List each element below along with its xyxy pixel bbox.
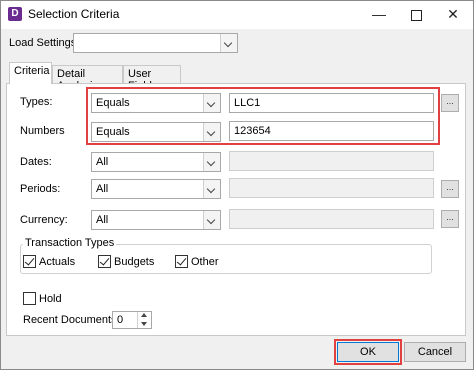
load-settings-label: Load Settings: bbox=[9, 37, 80, 49]
other-label: Other bbox=[191, 256, 219, 268]
currency-operator-dropdown[interactable]: All bbox=[91, 210, 221, 230]
tab-user-fields[interactable]: User Fields bbox=[123, 65, 181, 92]
tab-detail-analysis[interactable]: Detail Analysis bbox=[52, 65, 123, 92]
chevron-down-icon bbox=[203, 211, 220, 229]
periods-browse-button[interactable]: ... bbox=[441, 180, 459, 198]
selection-criteria-dialog: D Selection Criteria — ✕ Load Settings: … bbox=[0, 0, 474, 370]
app-icon: D bbox=[8, 7, 22, 21]
periods-value-input[interactable] bbox=[229, 178, 434, 198]
chevron-down-icon bbox=[220, 34, 237, 52]
periods-operator-value: All bbox=[96, 183, 109, 195]
budgets-label: Budgets bbox=[114, 256, 155, 268]
minimize-button[interactable]: — bbox=[361, 1, 397, 29]
types-browse-button[interactable]: ... bbox=[441, 94, 459, 112]
close-button[interactable]: ✕ bbox=[435, 1, 471, 29]
cancel-button[interactable]: Cancel bbox=[404, 342, 466, 362]
actuals-label: Actuals bbox=[39, 256, 76, 268]
periods-label: Periods: bbox=[20, 183, 61, 195]
maximize-icon bbox=[410, 9, 422, 21]
minimize-icon: — bbox=[372, 6, 386, 22]
recent-documents-label: Recent Documents: bbox=[23, 314, 120, 326]
types-label: Types: bbox=[20, 96, 53, 108]
maximize-button[interactable] bbox=[398, 1, 434, 29]
currency-operator-value: All bbox=[96, 214, 109, 226]
dates-value-input[interactable] bbox=[229, 151, 434, 171]
close-icon: ✕ bbox=[447, 6, 459, 22]
recent-documents-value: 0 bbox=[117, 314, 124, 326]
stepper-arrows[interactable] bbox=[137, 312, 151, 328]
tab-criteria[interactable]: Criteria bbox=[9, 62, 52, 84]
chevron-down-icon bbox=[141, 322, 147, 326]
currency-value-input[interactable] bbox=[229, 209, 434, 229]
chevron-up-icon bbox=[141, 313, 147, 317]
budgets-checkbox[interactable] bbox=[98, 255, 111, 268]
actuals-checkbox[interactable] bbox=[23, 255, 36, 268]
load-settings-dropdown[interactable] bbox=[73, 33, 238, 53]
highlight-ok bbox=[334, 339, 402, 365]
window-title: Selection Criteria bbox=[28, 7, 120, 21]
hold-checkbox[interactable] bbox=[23, 292, 36, 305]
dates-operator-dropdown[interactable]: All bbox=[91, 152, 221, 172]
currency-browse-button[interactable]: ... bbox=[441, 210, 459, 228]
dates-label: Dates: bbox=[20, 156, 52, 168]
transaction-types-title: Transaction Types bbox=[23, 237, 117, 249]
highlight-types-numbers bbox=[86, 87, 440, 145]
chevron-down-icon bbox=[203, 180, 220, 198]
title-bar: D Selection Criteria — ✕ bbox=[1, 1, 473, 29]
dates-operator-value: All bbox=[96, 156, 109, 168]
currency-label: Currency: bbox=[20, 214, 68, 226]
other-checkbox[interactable] bbox=[175, 255, 188, 268]
hold-label: Hold bbox=[39, 293, 62, 305]
chevron-down-icon bbox=[203, 153, 220, 171]
numbers-label: Numbers bbox=[20, 125, 65, 137]
periods-operator-dropdown[interactable]: All bbox=[91, 179, 221, 199]
recent-documents-stepper[interactable]: 0 bbox=[112, 311, 152, 329]
